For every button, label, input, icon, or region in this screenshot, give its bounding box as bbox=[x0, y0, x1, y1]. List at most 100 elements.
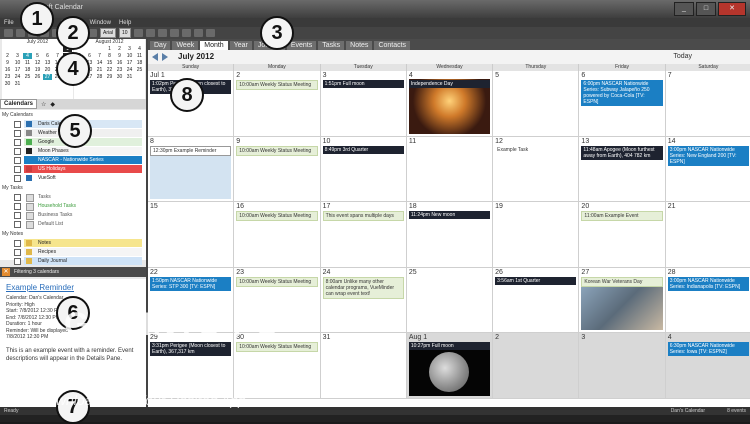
task-list-checkbox[interactable] bbox=[14, 203, 21, 210]
tab-events[interactable]: Events bbox=[286, 41, 317, 50]
mini-calendar-day[interactable]: 7 bbox=[95, 53, 104, 59]
day-cell[interactable]: 11 bbox=[406, 136, 494, 203]
calendar-event[interactable]: 11:00am Example Event bbox=[581, 211, 663, 222]
task-list-checkbox[interactable] bbox=[14, 221, 21, 228]
calendar-event[interactable]: 10:00am Weekly Status Meeting bbox=[236, 276, 318, 287]
mini-calendar-day[interactable]: 21 bbox=[95, 67, 104, 73]
notes-item[interactable]: Notes bbox=[14, 239, 142, 247]
day-cell[interactable]: 31 bbox=[320, 333, 407, 399]
calendar-event[interactable]: Independence Day bbox=[408, 80, 491, 88]
calendar-event[interactable]: 11:24pm New moon bbox=[408, 211, 491, 220]
day-cell[interactable]: 13 11:48am Apogee (Moon furthest away fro… bbox=[579, 136, 666, 203]
day-cell[interactable]: 16 10:00am Weekly Status Meeting bbox=[234, 202, 321, 268]
task-list-item[interactable]: Business Tasks bbox=[14, 211, 142, 220]
tab-notes[interactable]: Notes bbox=[346, 41, 373, 50]
day-cell[interactable]: 5 bbox=[493, 71, 580, 137]
calendar-event[interactable]: 10:00am Weekly Status Meeting bbox=[236, 211, 318, 222]
day-cell[interactable]: 4 Independence Day bbox=[406, 71, 494, 137]
mini-calendar-day[interactable]: 13 bbox=[43, 60, 52, 66]
mini-calendar-day[interactable]: 16 bbox=[3, 67, 12, 73]
calendar-event[interactable]: 3:00pm NASCAR Nationwide Series: New Eng… bbox=[667, 145, 749, 166]
menu-item[interactable]: File bbox=[4, 20, 14, 26]
table-icon[interactable] bbox=[193, 29, 203, 37]
calendar-item[interactable]: NASCAR - Nationwide Series bbox=[14, 156, 142, 164]
tab-month[interactable]: Month bbox=[200, 41, 228, 50]
day-cell[interactable]: 3 bbox=[579, 333, 666, 399]
day-cell[interactable]: 18 11:24pm New moon bbox=[406, 202, 494, 268]
day-cell[interactable]: 20 11:00am Example Event bbox=[579, 202, 666, 268]
mini-calendar-day[interactable]: 15 bbox=[105, 60, 114, 66]
mini-calendar-day[interactable] bbox=[85, 46, 94, 52]
calendar-event[interactable]: 12:30pm Example Reminder bbox=[150, 145, 232, 156]
calendar-item[interactable]: Moon Phases bbox=[14, 147, 142, 155]
image-icon[interactable] bbox=[205, 29, 215, 37]
bullet-list-icon[interactable] bbox=[169, 29, 179, 37]
mini-calendar-day[interactable]: 23 bbox=[3, 74, 12, 80]
day-cell[interactable]: 3 1:51pm Full moon bbox=[320, 71, 407, 137]
group-my-calendars[interactable]: My Calendars bbox=[2, 112, 33, 118]
calendar-item[interactable]: US Holidays bbox=[14, 165, 142, 173]
mini-calendar-day[interactable] bbox=[33, 81, 42, 87]
calendar-event[interactable]: 3:56am 1st Quarter bbox=[495, 276, 577, 285]
calendar-event[interactable]: Korean War Veterans Day bbox=[581, 276, 663, 287]
mini-calendar-day[interactable]: 1 bbox=[105, 46, 114, 52]
calendar-checkbox[interactable] bbox=[14, 175, 21, 182]
minimize-button[interactable]: _ bbox=[674, 2, 694, 16]
day-cell[interactable]: 9 10:00am Weekly Status Meeting bbox=[234, 136, 321, 203]
day-cell[interactable]: 19 bbox=[493, 202, 580, 268]
mini-calendar-day[interactable]: 14 bbox=[95, 60, 104, 66]
mini-calendar-day[interactable]: 12 bbox=[33, 60, 42, 66]
day-cell[interactable]: 28 3:00pm NASCAR Nationwide Series: India… bbox=[665, 267, 750, 334]
new-icon[interactable] bbox=[4, 29, 13, 37]
tab-day[interactable]: Day bbox=[150, 41, 171, 50]
text-color-icon[interactable] bbox=[133, 29, 143, 37]
mini-calendar-day[interactable]: 4 bbox=[135, 46, 144, 52]
calendar-event[interactable]: Example Task bbox=[495, 146, 576, 154]
notes-checkbox[interactable] bbox=[14, 249, 21, 256]
today-button[interactable]: Today bbox=[673, 53, 692, 60]
mini-calendar-day[interactable]: 26 bbox=[33, 74, 42, 80]
mini-calendar-day[interactable]: 4 bbox=[23, 53, 32, 59]
calendar-item[interactable]: VueSoft bbox=[14, 174, 142, 182]
day-cell[interactable]: 30 10:00am Weekly Status Meeting bbox=[234, 333, 321, 399]
mini-calendar-day[interactable] bbox=[53, 46, 62, 52]
mini-calendar-day[interactable]: 9 bbox=[3, 60, 12, 66]
maximize-button[interactable]: □ bbox=[696, 2, 716, 16]
day-cell[interactable]: 10 8:49pm 3rd Quarter bbox=[320, 136, 407, 203]
calendar-event[interactable]: 1:51pm Full moon bbox=[322, 80, 404, 88]
star-icon[interactable]: ☆ bbox=[41, 101, 46, 108]
font-select[interactable]: Arial bbox=[100, 28, 117, 38]
calendar-checkbox[interactable] bbox=[14, 148, 21, 155]
day-cell[interactable]: 17 This event spans multiple days bbox=[320, 202, 407, 268]
day-cell[interactable]: 29 3:31pm Perigee (Moon closest to Earth)… bbox=[148, 333, 235, 399]
menu-item[interactable]: Help bbox=[119, 20, 131, 26]
calendar-event[interactable]: This event spans multiple days bbox=[322, 211, 404, 222]
notes-item[interactable]: Recipes bbox=[14, 248, 142, 256]
calendar-event[interactable]: 10:27pm Full moon bbox=[408, 342, 491, 351]
calendar-event[interactable]: 1:50pm NASCAR Nationwide Series: STP 300… bbox=[150, 276, 232, 291]
size-select[interactable]: 10 bbox=[119, 28, 131, 38]
day-cell[interactable]: 7 bbox=[665, 71, 750, 137]
day-cell[interactable]: 8 12:30pm Example Reminder bbox=[148, 136, 235, 203]
task-list-item[interactable]: Household Tasks bbox=[14, 202, 142, 211]
mini-calendar-day[interactable]: 10 bbox=[125, 53, 134, 59]
mini-calendar-day[interactable]: 18 bbox=[135, 60, 144, 66]
tab-tasks[interactable]: Tasks bbox=[318, 41, 345, 50]
day-cell[interactable]: 15 bbox=[148, 202, 235, 268]
mini-calendar-day[interactable]: 27 bbox=[43, 74, 52, 80]
mini-calendar-day[interactable]: 31 bbox=[125, 74, 134, 80]
task-list-checkbox[interactable] bbox=[14, 212, 21, 219]
notes-item[interactable]: Daily Journal bbox=[14, 257, 142, 265]
day-cell[interactable]: 2 10:00am Weekly Status Meeting bbox=[234, 71, 321, 137]
day-cell[interactable]: 14 3:00pm NASCAR Nationwide Series: New E… bbox=[665, 136, 750, 203]
mini-calendar-day[interactable]: 16 bbox=[115, 60, 124, 66]
calendar-event[interactable]: 10:00am Weekly Status Meeting bbox=[236, 80, 318, 90]
mini-calendar-day[interactable] bbox=[85, 81, 94, 87]
mini-calendar-day[interactable] bbox=[43, 46, 52, 52]
calendar-checkbox[interactable] bbox=[14, 157, 21, 164]
calendar-checkbox[interactable] bbox=[14, 121, 21, 128]
mini-calendar-day[interactable]: 3 bbox=[13, 53, 22, 59]
mini-calendar-day[interactable]: 5 bbox=[33, 53, 42, 59]
mini-calendar-day[interactable] bbox=[33, 46, 42, 52]
mini-calendar-day[interactable]: 23 bbox=[115, 67, 124, 73]
